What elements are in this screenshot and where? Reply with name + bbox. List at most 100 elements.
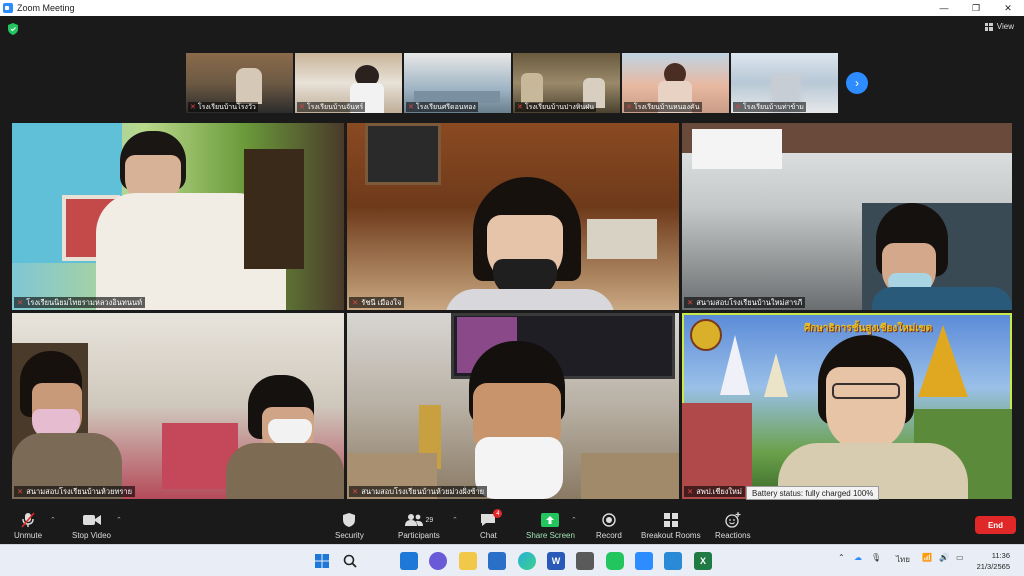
title-bar: Zoom Meeting — ❐ ✕ [0,0,1024,16]
tile-name-label: ✕ สนามสอบโรงเรียนบ้านใหม่สารภี [684,297,806,308]
volume-icon[interactable]: 🔊 [939,553,949,562]
muted-mic-icon: ✕ [17,298,24,307]
file-explorer-icon[interactable] [459,552,477,570]
stop-video-label: Stop Video [72,531,111,540]
thumbnail-tile[interactable]: ✕ โรงเรียนบ้านท่าข้าม [731,53,838,113]
maximize-button[interactable]: ❐ [960,0,992,16]
system-clock[interactable]: 11:36 21/3/2565 [977,550,1010,572]
photos-icon[interactable] [664,552,682,570]
muted-mic-icon: ✕ [299,104,305,111]
tile-name-label: ✕ โรงเรียนนิยมไทยรามหลวงอินทนนท์ [14,297,146,308]
search-icon[interactable] [341,552,359,570]
cloud-icon[interactable]: ☁ [854,553,862,562]
app-icon[interactable] [576,552,594,570]
muted-mic-icon: ✕ [352,298,359,307]
start-menu-icon[interactable] [313,552,331,570]
next-page-button[interactable]: › [846,72,868,94]
chevron-right-icon: › [855,76,859,90]
video-tile[interactable]: ✕ สนามสอบโรงเรียนบ้านห้วยม่วงฝั่งซ้าย [347,313,679,499]
tile-name-label: ✕ รัชนี เมืองใจ [349,297,405,308]
minimize-button[interactable]: — [928,0,960,16]
edge-browser-icon[interactable] [518,552,536,570]
thumbnail-tile[interactable]: ✕ โรงเรียนศรีดอนทอง [404,53,511,113]
battery-icon[interactable]: ▭ [956,553,964,562]
participant-thumbnail-strip: ✕ โรงเรียนบ้านโรงวัว ✕ โรงเรียนบ้านจันทร์ … [186,53,838,113]
tile-name-label: ✕ สนามสอบโรงเรียนบ้านห้วยม่วงฝั่งซ้าย [349,486,488,497]
excel-icon[interactable]: X [694,552,712,570]
video-tile[interactable]: ✕ โรงเรียนนิยมไทยรามหลวงอินทนนท์ [12,123,344,310]
chat-button[interactable]: 4 Chat [480,509,503,540]
word-icon[interactable]: W [547,552,565,570]
muted-mic-icon: ✕ [687,298,694,307]
reactions-label: Reactions [715,531,751,540]
video-options-caret-icon[interactable]: ⌃ [116,516,122,524]
teams-chat-icon[interactable] [429,552,447,570]
muted-mic-icon: ✕ [687,487,694,496]
mail-icon[interactable] [488,552,506,570]
participants-options-caret-icon[interactable]: ⌃ [452,516,458,524]
thumbnail-name: ✕ โรงเรียนศรีดอนทอง [406,102,478,112]
battery-status-tooltip: Battery status: fully charged 100% [746,486,880,500]
security-label: Security [335,531,364,540]
audio-options-caret-icon[interactable]: ⌃ [50,516,56,524]
record-button[interactable]: Record [596,512,622,540]
security-shield-icon [343,513,356,527]
thumbnail-tile[interactable]: ✕ โรงเรียนบ้านปางหินฝน [513,53,620,113]
meeting-top-bar: View [0,16,1024,42]
muted-mic-icon: ✕ [190,104,196,111]
unmute-button[interactable]: Unmute [14,512,42,540]
show-hidden-icons-caret[interactable]: ⌃ [838,553,845,562]
breakout-rooms-button[interactable]: Breakout Rooms [641,512,701,540]
participants-icon [404,514,423,526]
window-title: Zoom Meeting [17,3,75,13]
video-tile[interactable]: ✕ สนามสอบโรงเรียนบ้านใหม่สารภี [682,123,1012,310]
close-button[interactable]: ✕ [992,0,1024,16]
view-button[interactable]: View [984,22,1014,31]
microphone-icon[interactable]: 🎙 [871,553,881,562]
input-language[interactable]: ไทย [896,553,910,566]
thumbnail-name: ✕ โรงเรียนบ้านโรงวัว [188,102,258,112]
share-options-caret-icon[interactable]: ⌃ [571,516,577,524]
share-screen-icon [541,513,560,527]
thumbnail-tile[interactable]: ✕ โรงเรียนบ้านหนองคัน [622,53,729,113]
task-view-icon[interactable] [400,552,418,570]
encryption-shield-icon[interactable] [8,23,18,35]
thumbnail-tile[interactable]: ✕ โรงเรียนบ้านจันทร์ [295,53,402,113]
zoom-taskbar-icon[interactable] [635,552,653,570]
participants-label: Participants [398,531,440,540]
muted-mic-icon: ✕ [735,104,741,111]
active-speaker-tile[interactable]: ศึกษาธิการชั้นสูงเชียงใหม่เขต ✕ สพป.เชียง… [682,313,1012,499]
stop-video-button[interactable]: Stop Video [72,512,111,540]
mic-muted-icon [21,512,35,528]
line-app-icon[interactable] [606,552,624,570]
video-camera-icon [82,515,101,525]
thumbnail-name: ✕ โรงเรียนบ้านปางหินฝน [515,102,597,112]
share-screen-button[interactable]: Share Screen [526,512,575,540]
muted-mic-icon: ✕ [17,487,24,496]
muted-mic-icon: ✕ [352,487,359,496]
chat-unread-badge: 4 [493,509,503,518]
wifi-icon[interactable]: 📶 [922,553,932,562]
clock-time: 11:36 [991,551,1010,560]
record-label: Record [596,531,622,540]
zoom-window: Zoom Meeting — ❐ ✕ View ✕ โรงเรียนบ้านโรง… [0,0,1024,576]
muted-mic-icon: ✕ [408,104,414,111]
record-icon [602,513,616,527]
security-button[interactable]: Security [335,512,364,540]
zoom-app-icon [3,3,13,13]
reactions-button[interactable]: Reactions [715,512,751,540]
breakout-rooms-label: Breakout Rooms [641,531,701,540]
grid-view-icon [984,22,993,31]
smiley-plus-icon [725,512,741,528]
participants-count: 29 [425,516,434,524]
video-tile[interactable]: ✕ รัชนี เมืองใจ [347,123,679,310]
windows-taskbar: W X ⌃ ☁ 🎙 ไทย 📶 🔊 ▭ 11:36 21/3/2565 [0,544,1024,576]
thumbnail-name: ✕ โรงเรียนบ้านหนองคัน [624,102,702,112]
participants-button[interactable]: 29 Participants [398,512,440,540]
muted-mic-icon: ✕ [517,104,523,111]
video-tile[interactable]: ✕ สนามสอบโรงเรียนบ้านห้วยทราย [12,313,344,499]
end-meeting-button[interactable]: End [975,516,1016,534]
thumbnail-tile[interactable]: ✕ โรงเรียนบ้านโรงวัว [186,53,293,113]
muted-mic-icon: ✕ [626,104,632,111]
thumbnail-name: ✕ โรงเรียนบ้านท่าข้าม [733,102,806,112]
